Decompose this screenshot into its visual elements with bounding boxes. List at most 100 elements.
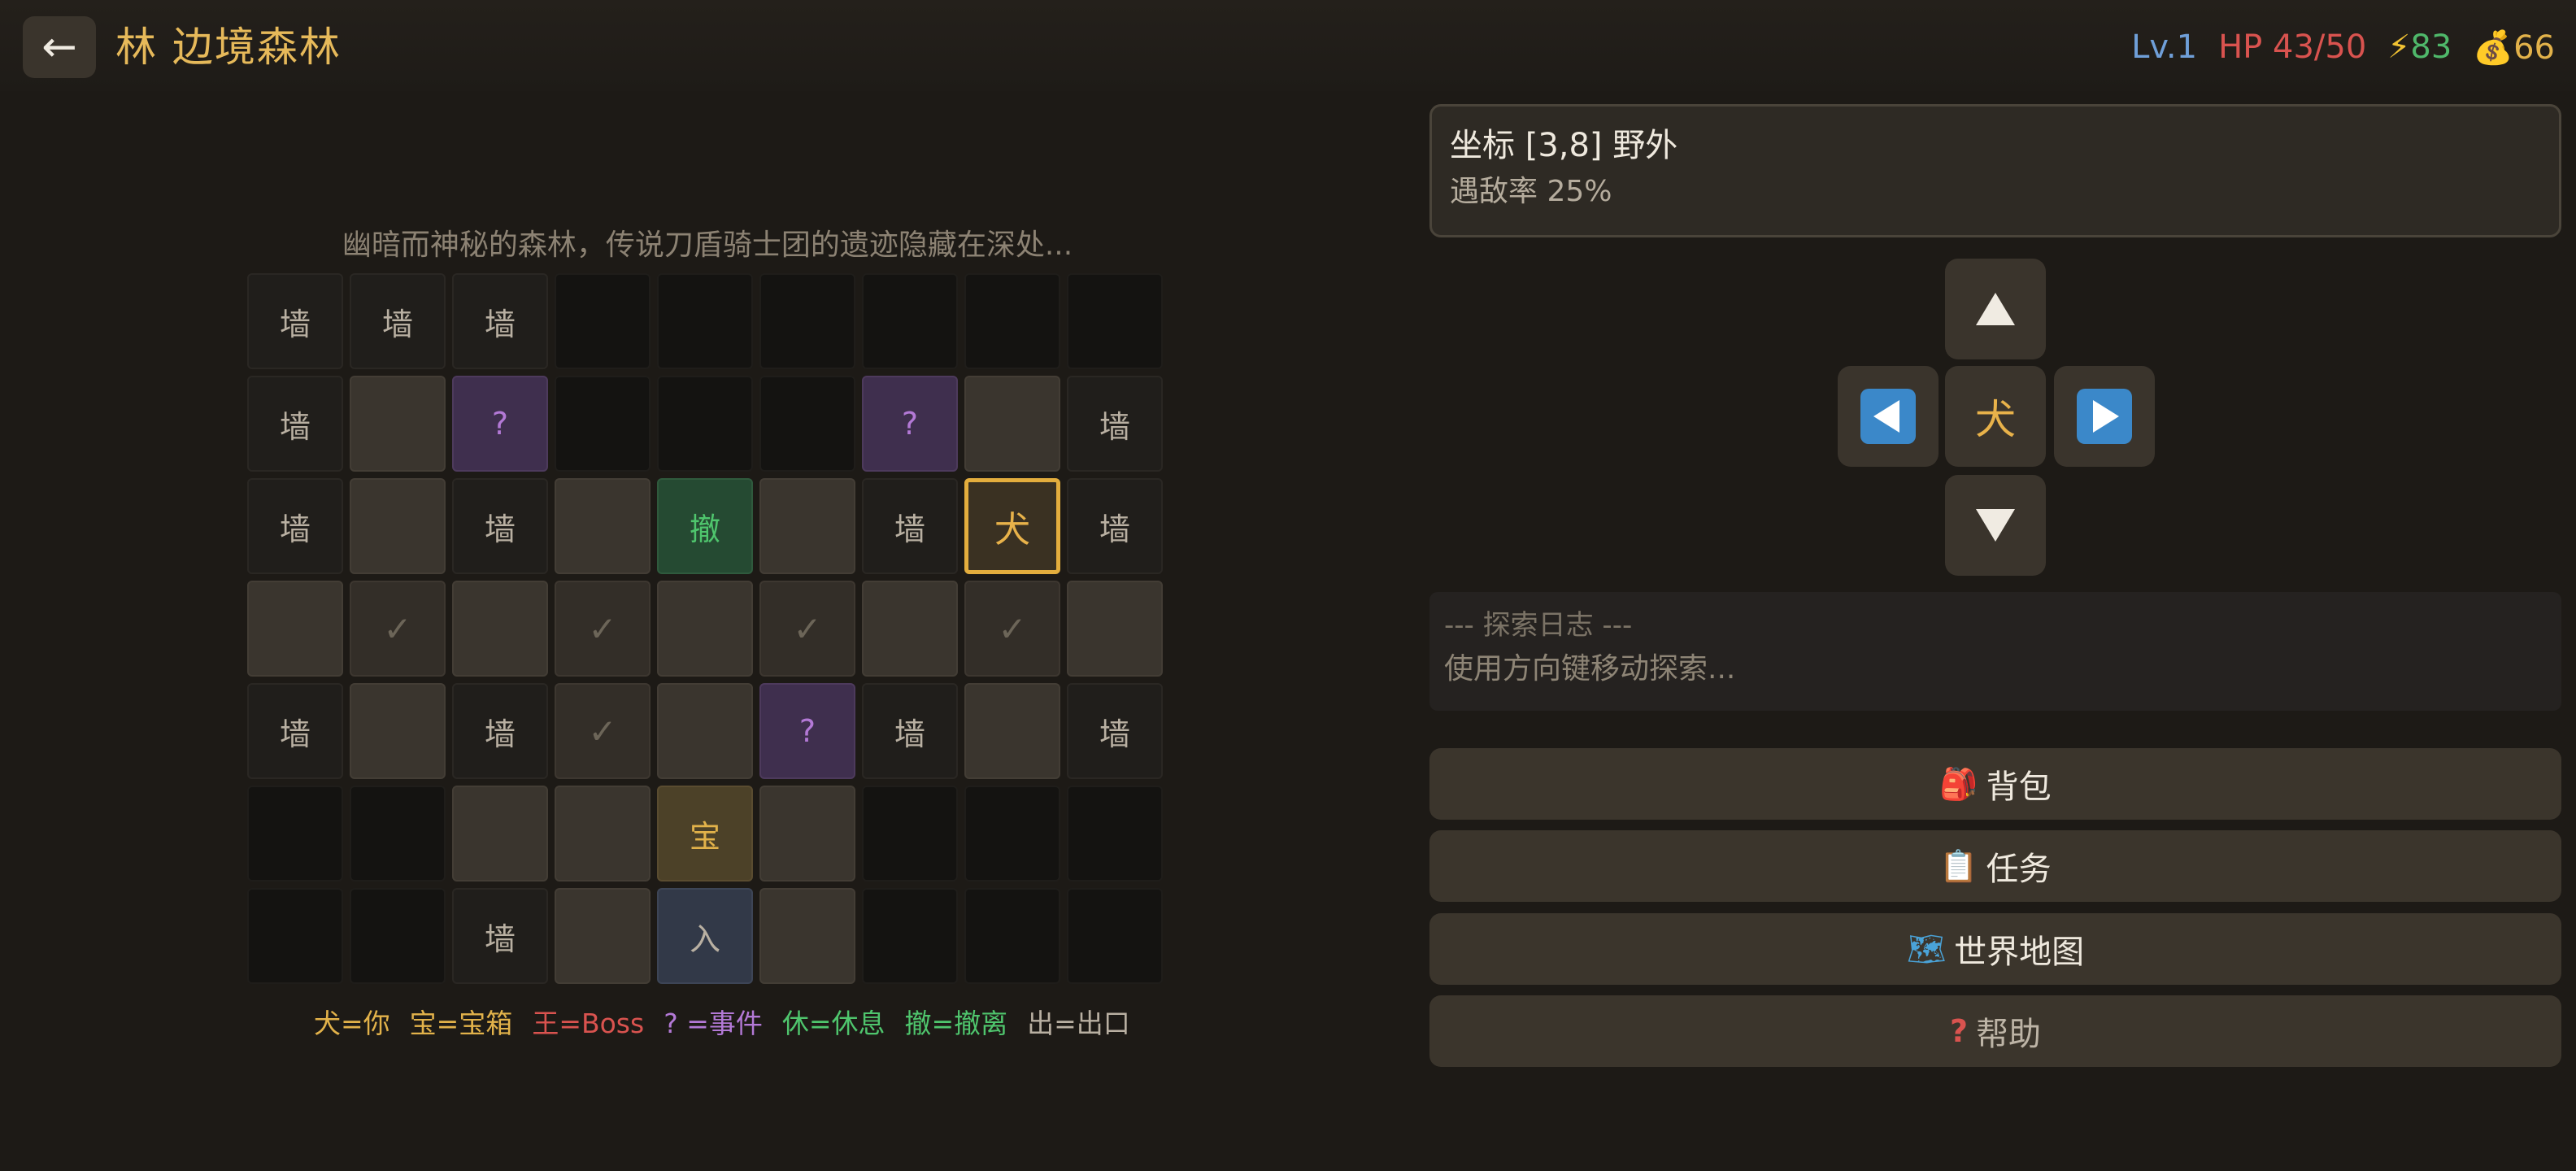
exploration-log: --- 探索日志 --- 使用方向键移动探索...: [1429, 592, 2561, 711]
backpack-icon: 🎒: [1939, 765, 1978, 802]
map-cell-dark: [964, 888, 1060, 984]
coordinates-label: 坐标 [3,8] 野外: [1450, 127, 1678, 164]
map-cell-dark: [555, 376, 651, 472]
top-bar: ← 林 边境森林 Lv.1 HP 43/50 ⚡83 💰66: [0, 0, 2576, 91]
map-cell-wall: 墙: [452, 478, 548, 574]
question-mark-icon: ?: [1949, 1013, 1969, 1049]
map-cell-retreat: 撤: [657, 478, 753, 574]
legend-rest: 休=休息: [781, 1008, 886, 1039]
map-cell-dark: [964, 786, 1060, 882]
map-cell-wall: 墙: [1067, 376, 1163, 472]
back-arrow-icon: ←: [41, 23, 77, 72]
gold-stat: 💰66: [2473, 28, 2555, 67]
tasks-label: 任务: [1986, 851, 2052, 888]
map-cell-dark: [350, 888, 446, 984]
log-title: --- 探索日志 ---: [1444, 609, 1633, 642]
map-cell-dark: [964, 273, 1060, 369]
player-position-indicator: 犬: [1945, 366, 2046, 467]
legend-you: 犬=你: [314, 1008, 390, 1039]
map-cell-floor: [964, 376, 1060, 472]
map-cell-visited: ✓: [759, 581, 855, 677]
down-arrow-icon: [1976, 509, 2015, 542]
back-button[interactable]: ←: [23, 16, 96, 78]
map-cell-entry: 入: [657, 888, 753, 984]
map-cell-wall: 墙: [247, 376, 343, 472]
map-cell-floor: [247, 581, 343, 677]
map-cell-floor: [964, 683, 1060, 779]
map-cell-dark: [657, 376, 753, 472]
map-cell-dark: [247, 888, 343, 984]
right-arrow-icon: [2093, 400, 2119, 433]
location-info-card: 坐标 [3,8] 野外 遇敌率 25%: [1429, 104, 2561, 237]
map-cell-dark: [1067, 786, 1163, 882]
map-cell-dark: [862, 273, 958, 369]
map-legend: 犬=你 宝=宝箱 王=Boss ? =事件 休=休息 撤=撤离 出=出口: [314, 1002, 1130, 1041]
map-cell-floor: [759, 786, 855, 882]
help-label: 帮助: [1976, 1016, 2042, 1053]
map-cell-floor: [350, 683, 446, 779]
right-arrow-key: [2077, 389, 2132, 444]
backpack-button[interactable]: 🎒 背包: [1429, 748, 2561, 820]
map-cell-wall: 墙: [247, 273, 343, 369]
hp-label: HP 43/50: [2218, 28, 2367, 66]
map-cell-wall: 墙: [1067, 478, 1163, 574]
legend-treasure: 宝=宝箱: [409, 1008, 513, 1039]
map-cell-floor: [759, 888, 855, 984]
map-cell-dark: [759, 376, 855, 472]
map-cell-dark: [1067, 888, 1163, 984]
clipboard-icon: 📋: [1939, 847, 1978, 884]
map-cell-dark: [862, 888, 958, 984]
map-cell-wall: 墙: [350, 273, 446, 369]
map-cell-floor: [350, 376, 446, 472]
player-stats: Lv.1 HP 43/50 ⚡83 💰66: [2131, 21, 2555, 73]
encounter-rate-label: 遇敌率 25%: [1450, 175, 1612, 208]
move-up-button[interactable]: [1945, 259, 2046, 359]
up-arrow-icon: [1976, 293, 2015, 325]
map-cell-visited: ✓: [964, 581, 1060, 677]
map-cell-floor: [555, 888, 651, 984]
legend-boss: 王=Boss: [532, 1008, 645, 1039]
left-arrow-key: [1860, 389, 1916, 444]
map-cell-floor: [1067, 581, 1163, 677]
map-cell-wall: 墙: [452, 683, 548, 779]
legend-event: ? =事件: [664, 1008, 763, 1039]
map-cell-floor: [657, 683, 753, 779]
map-cell-dark: [657, 273, 753, 369]
map-cell-wall: 墙: [452, 888, 548, 984]
map-cell-floor: [657, 581, 753, 677]
move-down-button[interactable]: [1945, 475, 2046, 576]
map-cell-floor: [759, 478, 855, 574]
move-left-button[interactable]: [1838, 366, 1939, 467]
world-map-button[interactable]: 🗺 世界地图: [1429, 913, 2561, 985]
dungeon-map-grid: 墙墙墙墙?? 墙墙墙撤墙犬墙 ✓ ✓ ✓ ✓ 墙墙 ✓? 墙墙宝墙入: [247, 273, 1163, 984]
map-cell-wall: 墙: [452, 273, 548, 369]
map-cell-floor: [452, 581, 548, 677]
gold-value: 66: [2513, 28, 2555, 67]
world-map-icon: 🗺: [1906, 930, 1947, 967]
map-cell-wall: 墙: [247, 478, 343, 574]
map-cell-floor: [555, 786, 651, 882]
page-title: 林 边境森林: [115, 24, 342, 71]
legend-exit: 出=出口: [1027, 1008, 1130, 1039]
map-cell-treasure: 宝: [657, 786, 753, 882]
map-cell-dark: [862, 786, 958, 882]
map-cell-floor: [555, 478, 651, 574]
map-cell-dark: [759, 273, 855, 369]
tasks-button[interactable]: 📋 任务: [1429, 830, 2561, 902]
map-cell-wall: 墙: [862, 683, 958, 779]
energy-stat: ⚡83: [2387, 28, 2452, 66]
map-cell-dark: [555, 273, 651, 369]
map-cell-player: 犬: [964, 478, 1060, 574]
map-cell-dark: [350, 786, 446, 882]
help-button[interactable]: ? 帮助: [1429, 995, 2561, 1067]
map-cell-event: ?: [862, 376, 958, 472]
world-map-label: 世界地图: [1954, 934, 2085, 971]
map-cell-visited: ✓: [555, 581, 651, 677]
map-cell-floor: [452, 786, 548, 882]
map-cell-event: ?: [759, 683, 855, 779]
map-cell-floor: [862, 581, 958, 677]
map-cell-wall: 墙: [862, 478, 958, 574]
money-bag-icon: 💰: [2473, 28, 2514, 67]
move-right-button[interactable]: [2054, 366, 2155, 467]
map-cell-visited: ✓: [555, 683, 651, 779]
